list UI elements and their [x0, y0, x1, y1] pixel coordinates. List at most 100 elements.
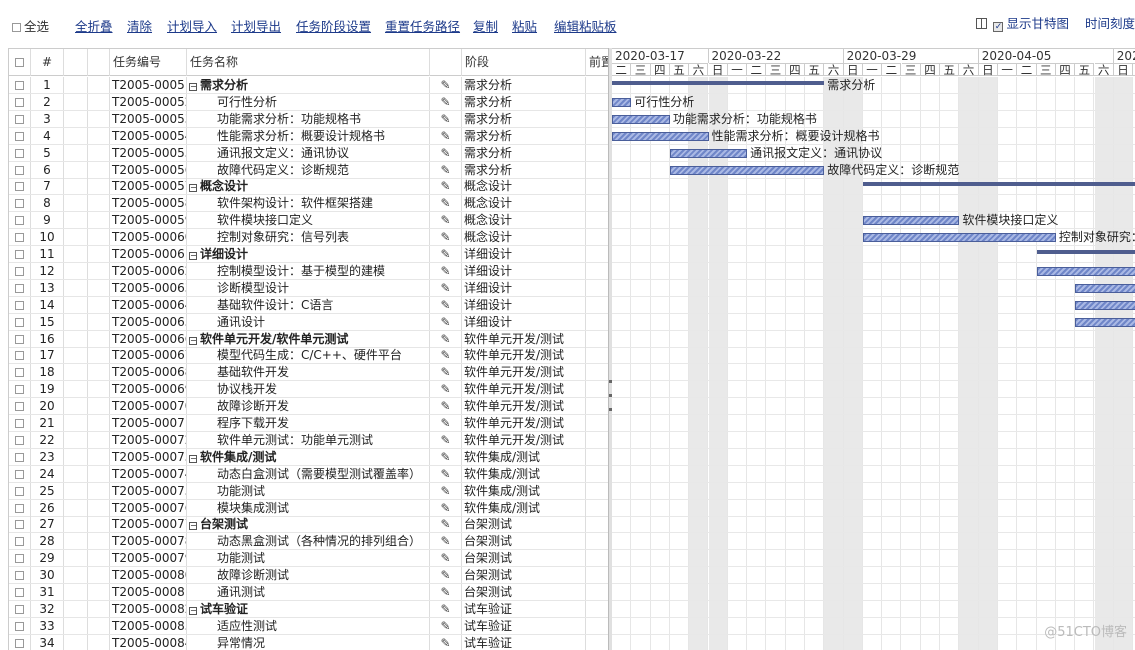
row-checkbox[interactable] — [9, 448, 31, 465]
task-predecessor[interactable] — [586, 431, 609, 448]
task-predecessor[interactable] — [586, 448, 609, 465]
task-predecessor[interactable] — [586, 229, 609, 246]
time-scale-button[interactable]: 时间刻度 — [1085, 16, 1135, 31]
edit-icon[interactable]: ✎ — [430, 550, 462, 567]
task-name[interactable]: 动态白盒测试（需要模型测试覆盖率） — [187, 465, 430, 482]
row-checkbox[interactable] — [9, 600, 31, 617]
task-name[interactable]: 故障代码定义：诊断规范 — [187, 161, 430, 178]
row-checkbox[interactable] — [9, 634, 31, 650]
task-stage[interactable]: 软件集成/测试 — [462, 482, 586, 499]
edit-icon[interactable]: ✎ — [430, 600, 462, 617]
task-bar[interactable] — [612, 131, 709, 141]
edit-icon[interactable]: ✎ — [430, 381, 462, 398]
task-stage[interactable]: 详细设计 — [462, 246, 586, 262]
task-name[interactable]: 动态黑盒测试（各种情况的排列组合） — [187, 533, 430, 550]
task-predecessor[interactable] — [586, 313, 609, 330]
task-stage[interactable]: 软件单元开发/测试 — [462, 364, 586, 381]
row-checkbox[interactable] — [9, 246, 31, 262]
task-name[interactable]: 软件模块接口定义 — [187, 212, 430, 229]
row-checkbox[interactable] — [9, 431, 31, 448]
task-stage[interactable]: 概念设计 — [462, 229, 586, 246]
edit-icon[interactable]: ✎ — [430, 634, 462, 650]
task-predecessor[interactable] — [586, 347, 609, 364]
task-stage[interactable]: 概念设计 — [462, 212, 586, 229]
row-checkbox[interactable] — [9, 212, 31, 229]
table-row[interactable]: 21 T2005-00071 程序下载开发 ✎ 软件单元开发/测试 — [9, 415, 609, 432]
collapse-all-button[interactable]: 全折叠 — [75, 16, 113, 35]
show-gantt-label[interactable]: 显示甘特图 — [1006, 16, 1069, 31]
collapse-toggle-icon[interactable]: − — [189, 336, 197, 345]
task-predecessor[interactable] — [586, 499, 609, 516]
table-row[interactable]: 24 T2005-00074 动态白盒测试（需要模型测试覆盖率） ✎ 软件集成/测试 — [9, 465, 609, 483]
task-predecessor[interactable] — [586, 93, 609, 110]
summary-bar[interactable] — [862, 182, 1135, 187]
task-stage[interactable]: 软件单元开发/测试 — [462, 381, 586, 398]
task-bar[interactable] — [1075, 283, 1135, 293]
table-row[interactable]: 14 T2005-00064 基础软件设计：C语言 ✎ 详细设计 — [9, 296, 609, 314]
table-row[interactable]: 22 T2005-00072 软件单元测试：功能单元测试 ✎ 软件单元开发/测试 — [9, 431, 609, 449]
task-name[interactable]: − 试车验证 — [187, 600, 430, 617]
task-name[interactable]: − 需求分析 — [187, 77, 430, 93]
table-row[interactable]: 19 T2005-00069 协议栈开发 ✎ 软件单元开发/测试 — [9, 381, 609, 399]
task-bar[interactable] — [1075, 317, 1135, 327]
task-predecessor[interactable] — [586, 212, 609, 229]
task-name[interactable]: 可行性分析 — [187, 93, 430, 110]
edit-icon[interactable]: ✎ — [430, 584, 462, 600]
row-checkbox[interactable] — [9, 617, 31, 634]
table-row[interactable]: 7 T2005-00057− 概念设计 ✎ 概念设计 — [9, 178, 609, 196]
task-stage[interactable]: 需求分析 — [462, 144, 586, 161]
task-name[interactable]: − 详细设计 — [187, 246, 430, 262]
table-row[interactable]: 29 T2005-00079 功能测试 ✎ 台架测试 — [9, 550, 609, 568]
task-name[interactable]: 控制模型设计：基于模型的建模 — [187, 262, 430, 279]
task-predecessor[interactable] — [586, 161, 609, 178]
header-index[interactable]: # — [31, 49, 64, 76]
edit-icon[interactable]: ✎ — [430, 431, 462, 448]
task-predecessor[interactable] — [586, 600, 609, 617]
header-predecessor[interactable]: 前置 — [586, 49, 609, 76]
edit-clipboard-button[interactable]: 编辑粘贴板 — [554, 16, 617, 35]
task-stage[interactable]: 软件单元开发/测试 — [462, 415, 586, 431]
task-predecessor[interactable] — [586, 246, 609, 262]
task-stage[interactable]: 软件集成/测试 — [462, 499, 586, 516]
edit-icon[interactable]: ✎ — [430, 77, 462, 93]
task-stage[interactable]: 概念设计 — [462, 178, 586, 195]
task-stage[interactable]: 台架测试 — [462, 533, 586, 550]
task-name[interactable]: − 软件单元开发/软件单元测试 — [187, 330, 430, 347]
task-name[interactable]: 故障诊断测试 — [187, 567, 430, 584]
task-stage[interactable]: 试车验证 — [462, 634, 586, 650]
row-checkbox[interactable] — [9, 330, 31, 347]
task-stage[interactable]: 需求分析 — [462, 127, 586, 144]
header-checkbox[interactable] — [9, 49, 31, 76]
table-row[interactable]: 16 T2005-00066− 软件单元开发/软件单元测试 ✎ 软件单元开发/测试 — [9, 330, 609, 348]
task-predecessor[interactable] — [586, 634, 609, 650]
edit-icon[interactable]: ✎ — [430, 246, 462, 262]
task-name[interactable]: 功能测试 — [187, 550, 430, 567]
table-row[interactable]: 23 T2005-00073− 软件集成/测试 ✎ 软件集成/测试 — [9, 448, 609, 466]
task-predecessor[interactable] — [586, 482, 609, 499]
table-row[interactable]: 4 T2005-00054 性能需求分析：概要设计规格书 ✎ 需求分析 — [9, 127, 609, 145]
row-checkbox[interactable] — [9, 262, 31, 279]
table-row[interactable]: 5 T2005-00055 通讯报文定义：通讯协议 ✎ 需求分析 — [9, 144, 609, 162]
task-bar[interactable] — [1036, 266, 1135, 276]
show-gantt-checkbox[interactable]: ✓ — [993, 22, 1004, 32]
task-predecessor[interactable] — [586, 364, 609, 381]
row-checkbox[interactable] — [9, 296, 31, 313]
table-row[interactable]: 27 T2005-00077− 台架测试 ✎ 台架测试 — [9, 516, 609, 534]
task-bar[interactable] — [612, 97, 632, 107]
edit-icon[interactable]: ✎ — [430, 195, 462, 212]
task-stage[interactable]: 详细设计 — [462, 296, 586, 313]
task-predecessor[interactable] — [586, 533, 609, 550]
table-row[interactable]: 33 T2005-00083 适应性测试 ✎ 试车验证 — [9, 617, 609, 635]
paste-button[interactable]: 粘贴 — [512, 16, 537, 35]
task-stage[interactable]: 需求分析 — [462, 77, 586, 93]
task-stage[interactable]: 详细设计 — [462, 279, 586, 296]
edit-icon[interactable]: ✎ — [430, 465, 462, 482]
table-row[interactable]: 17 T2005-00067 模型代码生成：C/C++、硬件平台 ✎ 软件单元开发/测试 — [9, 347, 609, 365]
row-checkbox[interactable] — [9, 465, 31, 482]
edit-icon[interactable]: ✎ — [430, 617, 462, 634]
row-checkbox[interactable] — [9, 398, 31, 415]
row-checkbox[interactable] — [9, 178, 31, 195]
task-predecessor[interactable] — [586, 110, 609, 127]
collapse-toggle-icon[interactable]: − — [189, 252, 197, 260]
task-predecessor[interactable] — [586, 550, 609, 567]
